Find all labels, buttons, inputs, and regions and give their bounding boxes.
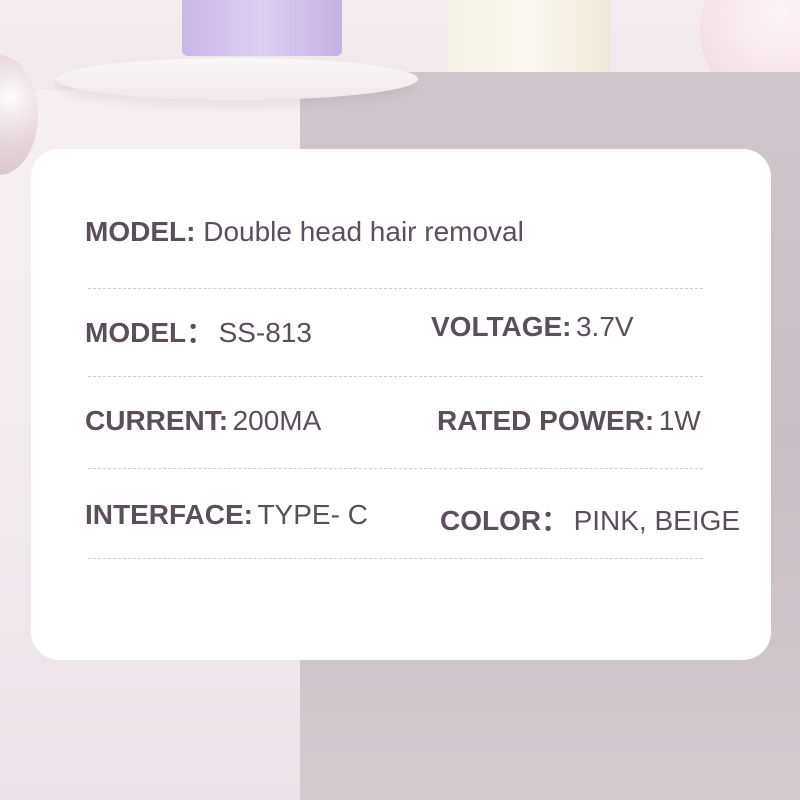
spec-value: 3.7V bbox=[575, 311, 634, 342]
spec-value: 200MA bbox=[232, 405, 322, 436]
heading-key: MODEL: bbox=[85, 216, 196, 247]
spec-key: RATED POWER: bbox=[437, 405, 655, 436]
white-disc-pedestal bbox=[56, 58, 418, 100]
spec-interface: INTERFACE: TYPE- C bbox=[85, 499, 368, 531]
spec-value: SS-813 bbox=[218, 317, 312, 348]
spec-key: COLOR： bbox=[440, 505, 570, 536]
divider bbox=[88, 376, 703, 377]
divider bbox=[88, 468, 703, 469]
spec-value: PINK, BEIGE bbox=[573, 505, 741, 536]
heading-value: Double head hair removal bbox=[203, 216, 524, 247]
spec-rated-power: RATED POWER: 1W bbox=[437, 405, 701, 437]
spec-current: CURRENT: 200MA bbox=[85, 405, 321, 437]
purple-bottle-shape bbox=[182, 0, 342, 56]
divider bbox=[88, 288, 703, 289]
spec-color: COLOR： PINK, BEIGE bbox=[440, 499, 740, 539]
spec-key: MODEL： bbox=[85, 317, 215, 348]
spec-key: VOLTAGE: bbox=[431, 311, 572, 342]
spec-value: 1W bbox=[658, 405, 701, 436]
spec-model: MODEL： SS-813 bbox=[85, 311, 312, 351]
divider bbox=[88, 558, 703, 559]
product-heading: MODEL: Double head hair removal bbox=[85, 216, 524, 248]
spec-key: CURRENT: bbox=[85, 405, 229, 436]
spec-key: INTERFACE: bbox=[85, 499, 253, 530]
spec-value: TYPE- C bbox=[257, 499, 368, 530]
spec-card: MODEL: Double head hair removal MODEL： S… bbox=[31, 149, 771, 660]
spec-voltage: VOLTAGE: 3.7V bbox=[431, 311, 634, 343]
